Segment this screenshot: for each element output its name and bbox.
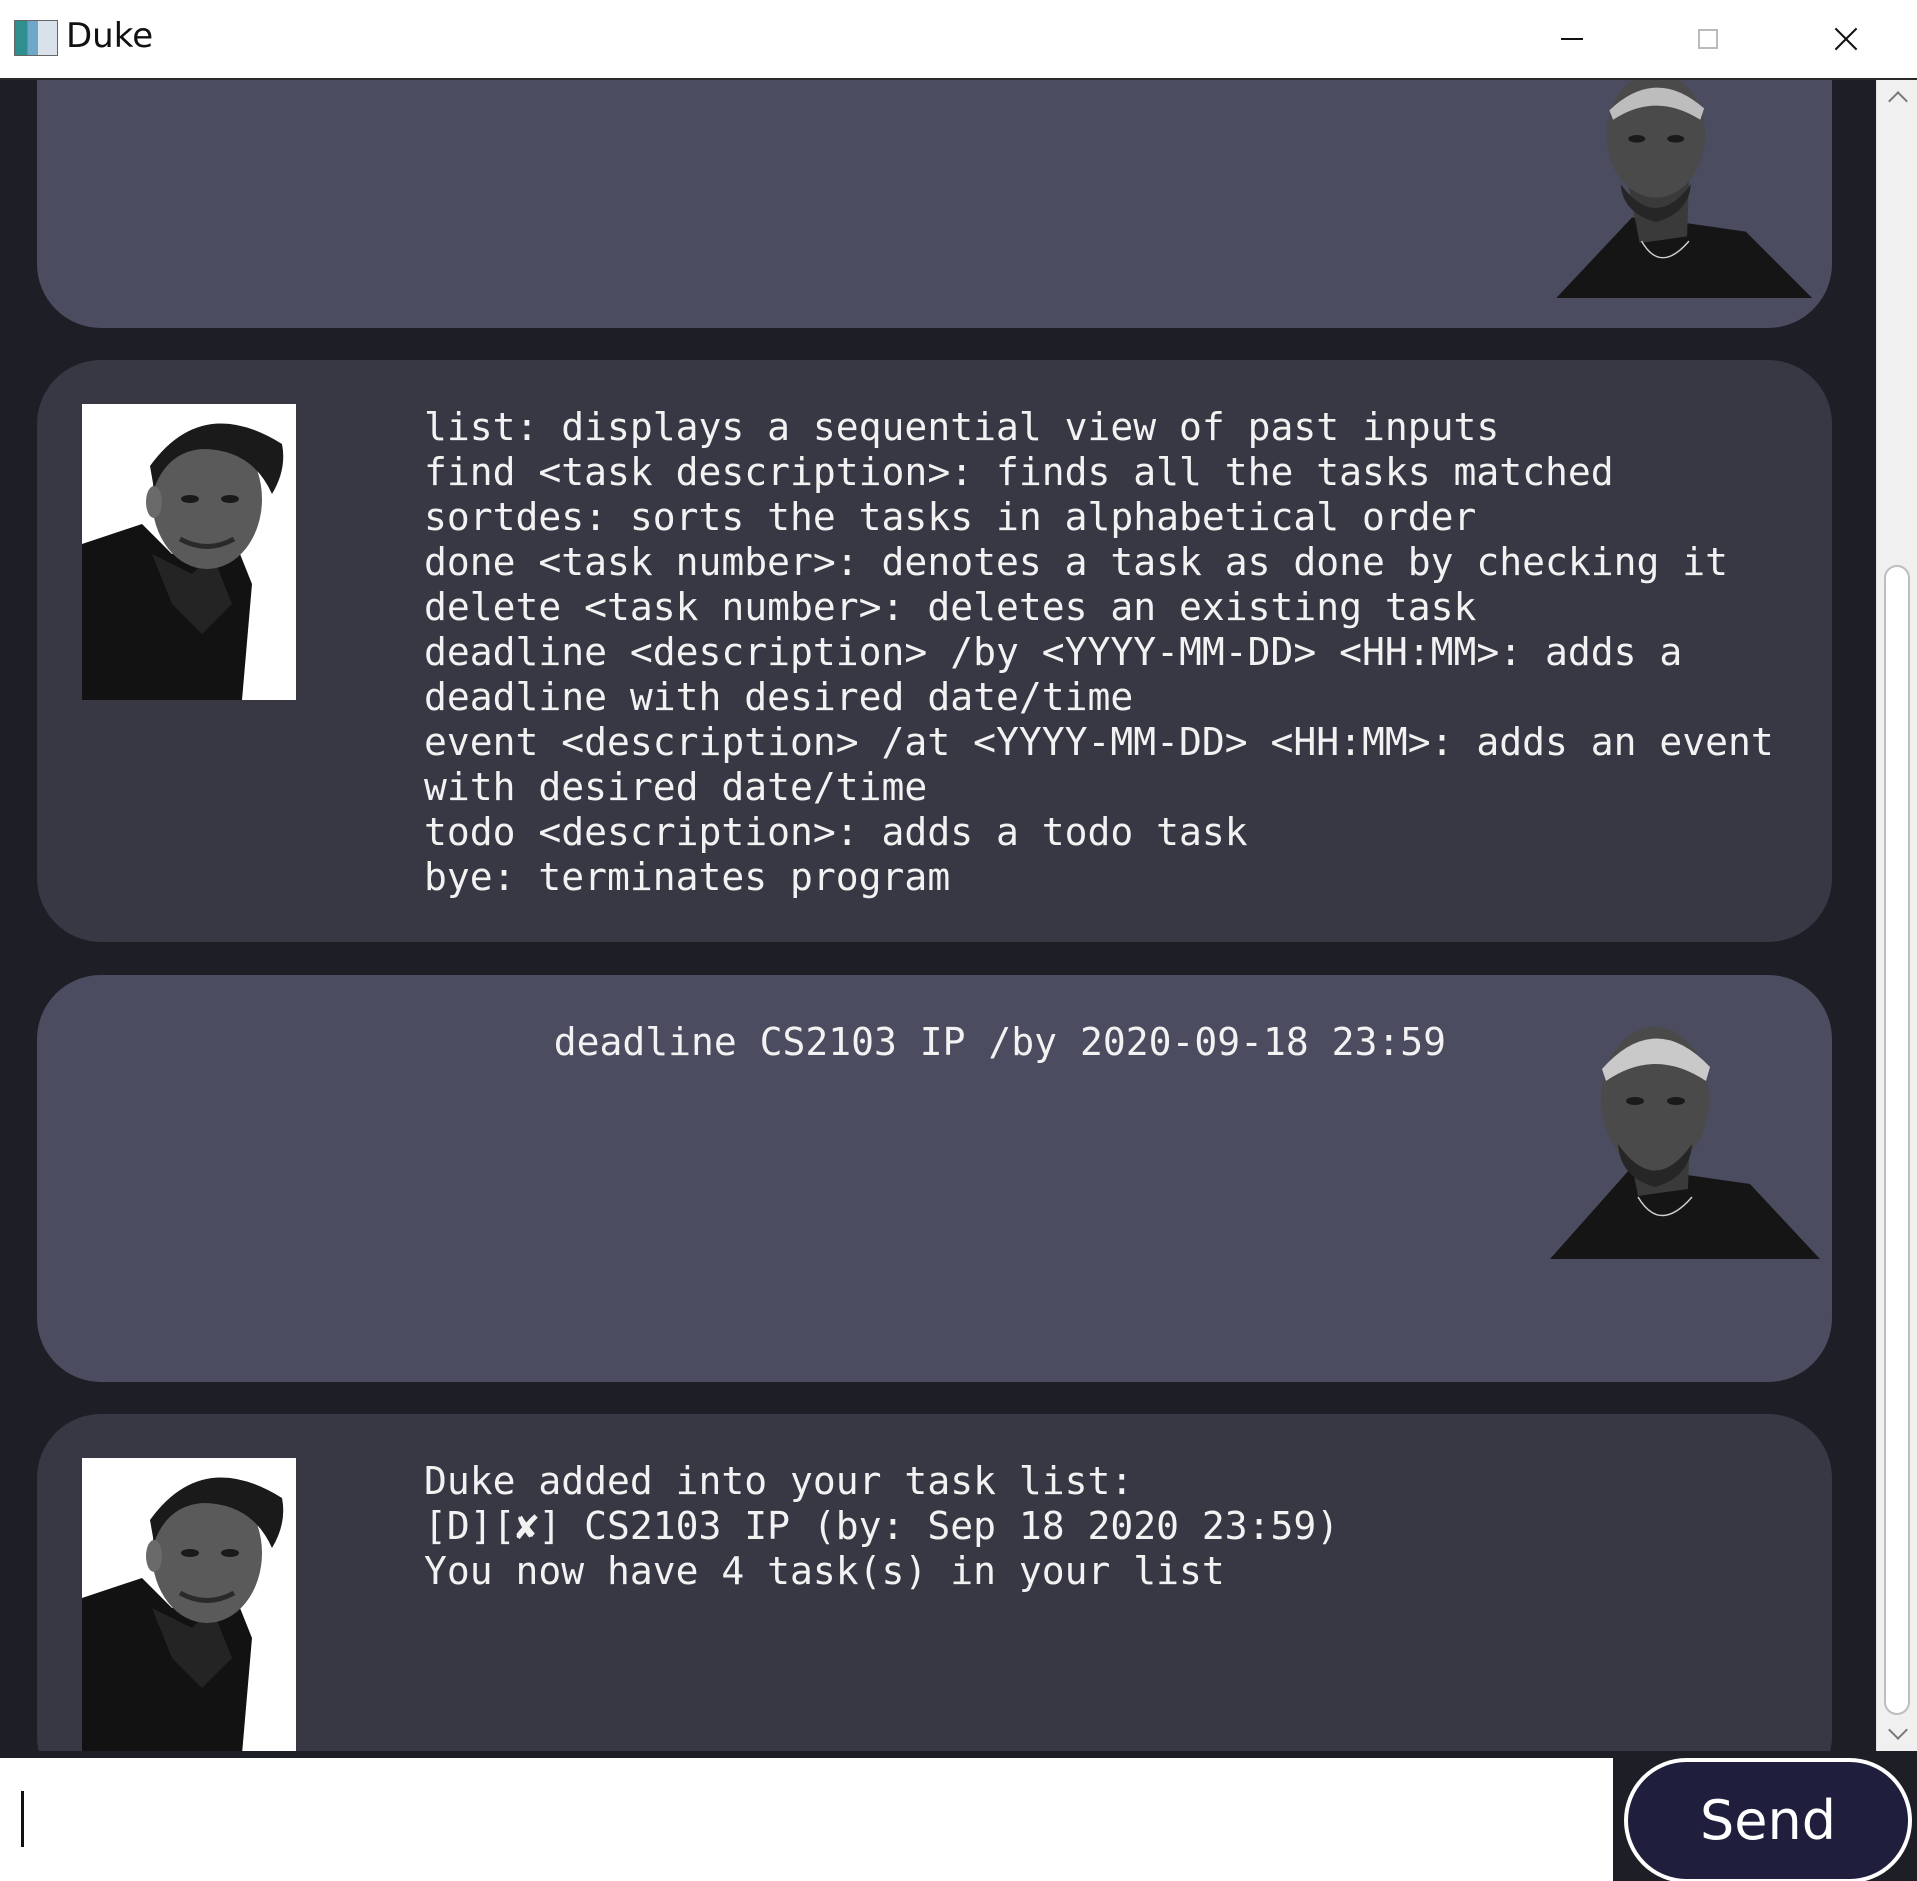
user-avatar [1556, 80, 1813, 298]
user-dialog-box: deadline CS2103 IP /by 2020-09-18 23:59 [37, 975, 1832, 1382]
vertical-scrollbar[interactable] [1876, 80, 1917, 1751]
scroll-up-button[interactable] [1877, 80, 1917, 114]
send-button[interactable]: Send [1624, 1758, 1912, 1881]
minimize-icon [1561, 38, 1583, 40]
scrollbar-thumb[interactable] [1884, 565, 1910, 1715]
input-bar: Send [0, 1751, 1917, 1881]
user-input-field[interactable] [0, 1758, 1613, 1881]
duke-avatar [82, 1458, 296, 1751]
dialog-container[interactable]: list: displays a sequential view of past… [0, 80, 1876, 1751]
duke-message-text: list: displays a sequential view of past… [424, 405, 1774, 899]
duke-message-text: Duke added into your task list: [D][✘] C… [424, 1459, 1340, 1593]
window-title: Duke [66, 16, 154, 56]
close-button[interactable] [1778, 0, 1914, 78]
user-message-text: deadline CS2103 IP /by 2020-09-18 23:59 [553, 1020, 1446, 1064]
duke-avatar [82, 404, 296, 700]
user-avatar [1550, 1027, 1820, 1259]
maximize-button[interactable] [1640, 0, 1776, 78]
text-caret [21, 1791, 24, 1847]
title-bar: Duke [0, 0, 1917, 80]
user-dialog-box [37, 80, 1832, 328]
scroll-down-button[interactable] [1877, 1717, 1917, 1751]
chevron-up-icon [1887, 91, 1908, 111]
duke-window: Duke list: displays a sequential view of… [0, 0, 1917, 1881]
minimize-button[interactable] [1504, 0, 1640, 78]
duke-dialog-box: Duke added into your task list: [D][✘] C… [37, 1414, 1832, 1751]
duke-dialog-box: list: displays a sequential view of past… [37, 360, 1832, 942]
app-icon [14, 20, 58, 56]
close-icon [1834, 27, 1858, 51]
chevron-down-icon [1887, 1720, 1908, 1740]
maximize-icon [1698, 29, 1718, 49]
